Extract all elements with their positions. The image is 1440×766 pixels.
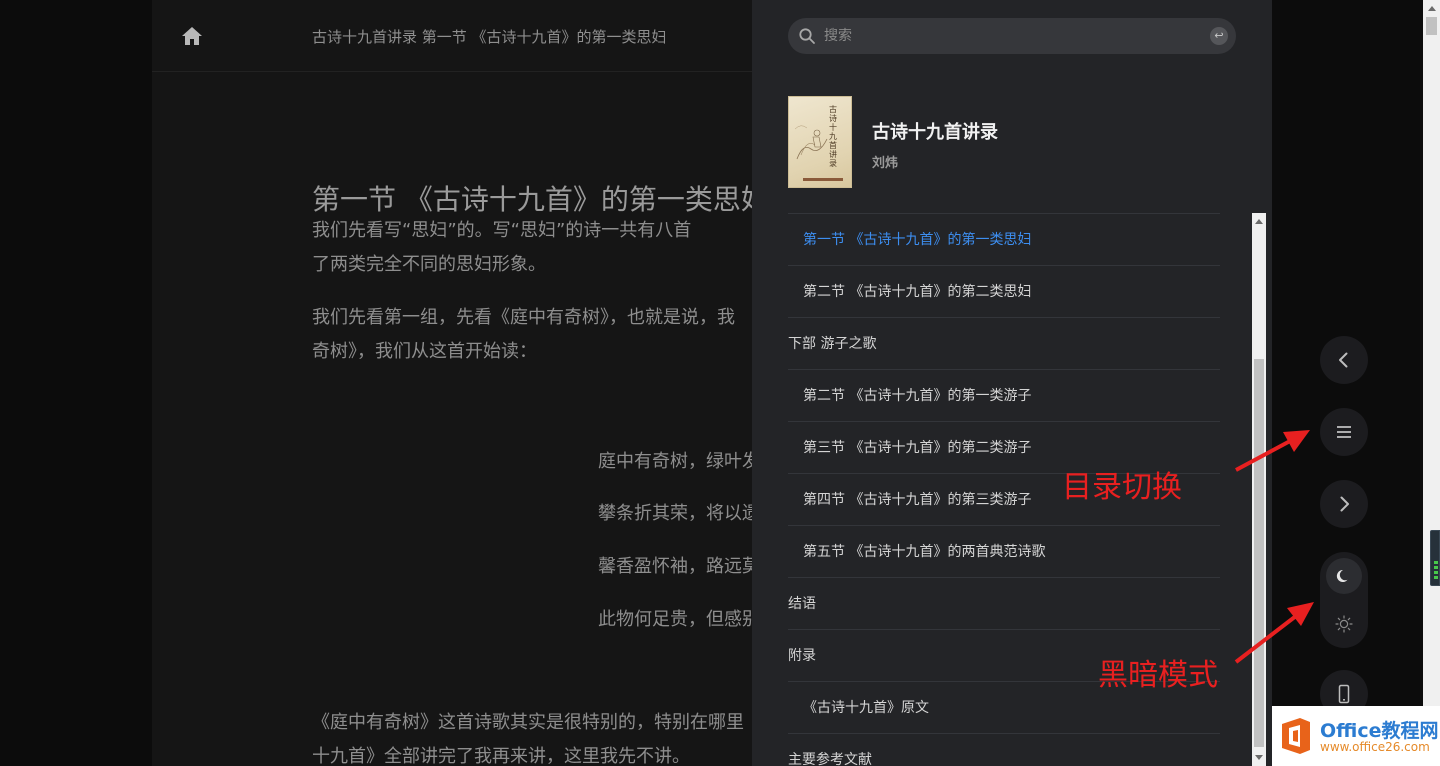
window-scrollbar[interactable] (1423, 0, 1440, 766)
page: 古诗十九首讲录 第一节 《古诗十九首》的第一类思妇 第一节 《古诗十九首》的第一… (0, 0, 1440, 766)
paragraph-line: 《庭中有奇树》这首诗歌其实是很特别的，特别在哪里 (312, 712, 744, 733)
home-icon[interactable] (180, 26, 204, 46)
paragraph-line: 了两类完全不同的思妇形象。 (312, 254, 546, 275)
chevron-left-icon (1339, 352, 1348, 368)
scroll-thumb[interactable] (1254, 359, 1264, 747)
mobile-icon (1338, 684, 1350, 704)
light-mode-button[interactable] (1326, 606, 1362, 642)
watermark: Office教程网 www.office26.com (1272, 706, 1440, 766)
dark-mode-button[interactable] (1326, 558, 1362, 594)
toc-chapter-item[interactable]: 第二节 《古诗十九首》的第一类游子 (788, 370, 1220, 422)
toc-chapter-item[interactable]: 第五节 《古诗十九首》的两首典范诗歌 (788, 526, 1220, 578)
annotation-dark-mode: 黑暗模式 (1098, 658, 1218, 693)
search-bar: ↩ (788, 18, 1236, 54)
chevron-right-icon (1340, 496, 1349, 512)
breadcrumb: 古诗十九首讲录 第一节 《古诗十九首》的第一类思妇 (312, 28, 667, 46)
scroll-down-arrow-icon[interactable] (1255, 755, 1263, 760)
scroll-up-arrow-icon[interactable] (1428, 6, 1436, 11)
paragraph-line: 我们先看写“思妇”的。写“思妇”的诗一共有八首 (312, 220, 692, 241)
toc-toggle-button[interactable] (1320, 408, 1368, 456)
poem-line: 馨香盈怀袖，路远莫 (598, 556, 760, 577)
paragraph-line: 十九首》全部讲完了我再来讲，这里我先不讲。 (312, 746, 690, 766)
side-widget[interactable] (1430, 530, 1440, 586)
moon-icon (1336, 569, 1348, 582)
window-scroll-thumb[interactable] (1426, 17, 1437, 35)
enter-icon[interactable]: ↩ (1210, 27, 1228, 45)
annotation-toc-toggle: 目录切换 (1062, 470, 1182, 505)
watermark-url: www.office26.com (1320, 740, 1430, 754)
poem-line: 此物何足贵，但感别 (598, 609, 760, 630)
book-author: 刘炜 (872, 156, 899, 171)
next-page-button[interactable] (1320, 480, 1368, 528)
reader-pane: 古诗十九首讲录 第一节 《古诗十九首》的第一类思妇 第一节 《古诗十九首》的第一… (152, 0, 772, 766)
toc-chapter-item[interactable]: 第二节 《古诗十九首》的第二类思妇 (788, 266, 1220, 318)
sun-icon (1335, 615, 1353, 633)
theme-switch (1320, 552, 1368, 648)
search-icon (799, 28, 815, 44)
office-logo-icon (1282, 718, 1310, 754)
toc-part-item[interactable]: 下部 游子之歌 (788, 318, 1220, 370)
toc-scrollbar[interactable] (1252, 213, 1266, 766)
reader-header: 古诗十九首讲录 第一节 《古诗十九首》的第一类思妇 (152, 0, 772, 72)
toc-part-item[interactable]: 结语 (788, 578, 1220, 630)
cover-publisher-mark (803, 178, 843, 181)
scroll-up-arrow-icon[interactable] (1255, 219, 1263, 224)
book-cover[interactable]: 古诗十九首讲录 (788, 96, 852, 188)
toc-part-item[interactable]: 主要参考文献 (788, 734, 1220, 766)
toc-chapter-item[interactable]: 第一节 《古诗十九首》的第一类思妇 (788, 214, 1220, 266)
menu-icon (1337, 426, 1351, 438)
book-title: 古诗十九首讲录 (872, 122, 998, 143)
watermark-brand: Office教程网 (1320, 720, 1439, 742)
poem-line: 庭中有奇树，绿叶发 (598, 451, 760, 472)
poem-line: 攀条折其荣，将以遗 (598, 503, 760, 524)
prev-page-button[interactable] (1320, 336, 1368, 384)
cover-illustration (794, 125, 828, 160)
search-input[interactable] (824, 18, 1194, 54)
chapter-title: 第一节 《古诗十九首》的第一类思妇 (312, 183, 769, 216)
paragraph-line: 我们先看第一组，先看《庭中有奇树》，也就是说，我 (312, 307, 735, 328)
paragraph-line: 奇树》，我们从这首开始读： (312, 341, 537, 362)
